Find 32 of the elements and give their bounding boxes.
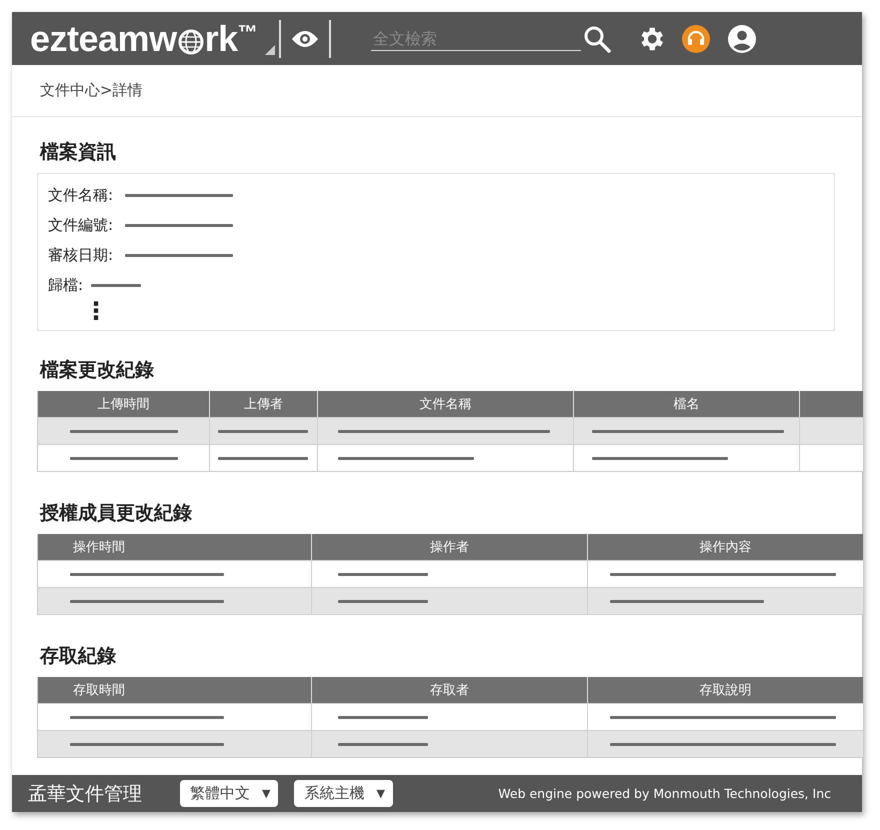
corner-icon <box>265 44 276 54</box>
field-label: 歸檔: <box>48 276 84 294</box>
breadcrumb: 文件中心>詳情 <box>40 81 143 100</box>
column-header: 上傳時間 <box>98 396 150 413</box>
column-header: 存取說明 <box>700 682 752 699</box>
field-label: 審核日期: <box>48 246 114 264</box>
dropdown[interactable]: 系統主機 ▼ <box>294 780 393 807</box>
eye-icon[interactable] <box>291 28 320 48</box>
section-title: 檔案資訊 <box>40 140 117 165</box>
field-label: 文件名稱: <box>48 186 114 204</box>
section-title: 授權成員更改紀錄 <box>40 501 193 526</box>
search-icon[interactable] <box>583 24 612 52</box>
redacted-line <box>91 284 142 286</box>
dropdown[interactable]: 繁體中文 ▼ <box>180 780 278 807</box>
column-header: 操作者 <box>430 539 469 556</box>
logo: ezteamw rk™ <box>30 18 258 60</box>
user-avatar-icon[interactable] <box>728 24 756 52</box>
field-label: 文件編號: <box>48 216 114 234</box>
more-icon: ⋮ <box>84 300 824 322</box>
column-header: 檔名 <box>674 396 700 413</box>
credit-text: Web engine powered by Monmouth Technologies, Inc <box>498 786 831 801</box>
section-title: 檔案更改紀錄 <box>40 358 155 383</box>
globe-icon <box>178 28 204 54</box>
column-header: 操作時間 <box>73 539 125 556</box>
app-name: 孟華文件管理 <box>28 782 142 806</box>
headset-icon[interactable] <box>682 24 710 52</box>
column-header: 操作內容 <box>700 539 752 556</box>
column-header: 存取時間 <box>73 682 125 699</box>
column-header: 文件名稱 <box>420 396 472 413</box>
section-title: 存取紀錄 <box>40 644 117 669</box>
column-header: 上傳者 <box>244 396 283 413</box>
column-header: 存取者 <box>430 682 469 699</box>
